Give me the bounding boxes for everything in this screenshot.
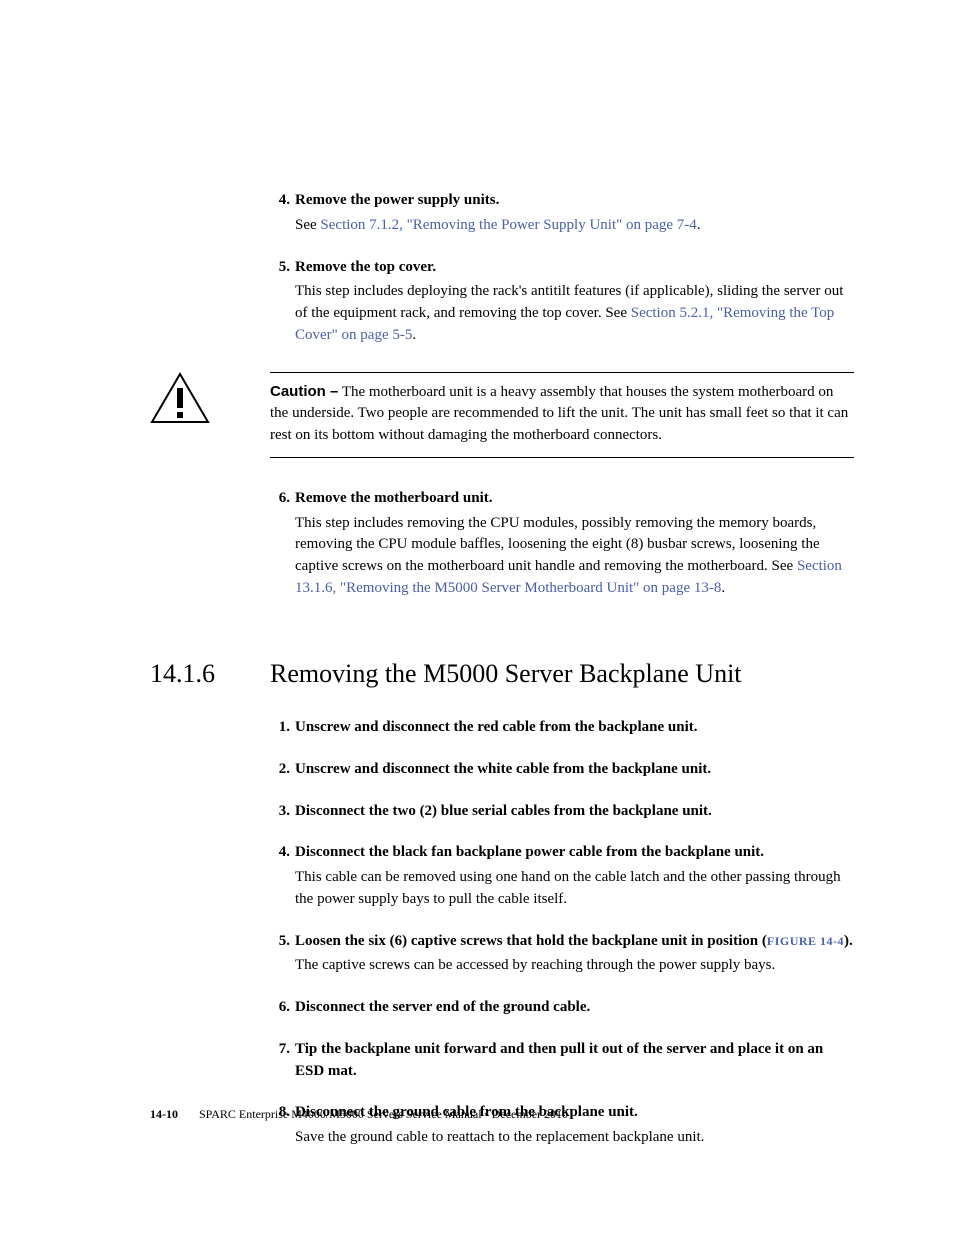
text: ). [844, 933, 853, 949]
caution-block: Caution – The motherboard unit is a heav… [150, 372, 854, 458]
prev-step-4: 4. Remove the power supply units. See Se… [270, 190, 854, 237]
step-number: 3. [270, 801, 290, 823]
step-title: Unscrew and disconnect the white cable f… [295, 759, 711, 781]
text: . [721, 580, 725, 596]
caution-icon [150, 372, 210, 432]
step-6: 6. Disconnect the server end of the grou… [270, 997, 854, 1019]
page-footer: 14-10 SPARC Enterprise M4000/M5000 Serve… [150, 1106, 568, 1123]
page-number: 14-10 [150, 1107, 178, 1121]
step-2: 2. Unscrew and disconnect the white cabl… [270, 759, 854, 781]
step-number: 1. [270, 717, 290, 739]
step-number: 6. [270, 488, 290, 510]
step-title: Tip the backplane unit forward and then … [295, 1039, 854, 1083]
step-7: 7. Tip the backplane unit forward and th… [270, 1039, 854, 1083]
step-body: This step includes removing the CPU modu… [295, 513, 854, 600]
step-heading: 7. Tip the backplane unit forward and th… [270, 1039, 854, 1083]
xref-link[interactable]: Section 7.1.2, "Removing the Power Suppl… [320, 217, 696, 233]
text: This step includes removing the CPU modu… [295, 515, 820, 575]
step-1: 1. Unscrew and disconnect the red cable … [270, 717, 854, 739]
step-heading: 4. Disconnect the black fan backplane po… [270, 842, 854, 864]
step-number: 2. [270, 759, 290, 781]
section-title: Removing the M5000 Server Backplane Unit [270, 655, 742, 693]
step-heading: 6. Disconnect the server end of the grou… [270, 997, 854, 1019]
step-title: Disconnect the black fan backplane power… [295, 842, 764, 864]
step-title: Remove the top cover. [295, 257, 436, 279]
step-title: Unscrew and disconnect the red cable fro… [295, 717, 698, 739]
section-number: 14.1.6 [150, 655, 270, 693]
step-heading: 5. Loosen the six (6) captive screws tha… [270, 931, 854, 953]
step-number: 7. [270, 1039, 290, 1061]
caution-text-box: Caution – The motherboard unit is a heav… [270, 372, 854, 458]
footer-text: SPARC Enterprise M4000/M5000 Servers Ser… [199, 1107, 568, 1121]
step-title: Remove the motherboard unit. [295, 488, 492, 510]
prev-step-5: 5. Remove the top cover. This step inclu… [270, 257, 854, 347]
step-number: 5. [270, 257, 290, 279]
step-3: 3. Disconnect the two (2) blue serial ca… [270, 801, 854, 823]
step-body: This step includes deploying the rack's … [295, 281, 854, 346]
step-number: 6. [270, 997, 290, 1019]
caution-label: Caution – [270, 383, 338, 400]
step-body: This cable can be removed using one hand… [295, 867, 854, 911]
step-title: Remove the power supply units. [295, 190, 499, 212]
figure-ref-link[interactable]: FIGURE 14-4 [767, 934, 844, 948]
step-body: Save the ground cable to reattach to the… [295, 1127, 854, 1149]
prev-step-6: 6. Remove the motherboard unit. This ste… [270, 488, 854, 600]
step-number: 5. [270, 931, 290, 953]
step-5: 5. Loosen the six (6) captive screws tha… [270, 931, 854, 978]
text: See [295, 217, 320, 233]
step-heading: 5. Remove the top cover. [270, 257, 854, 279]
step-number: 4. [270, 190, 290, 212]
step-heading: 2. Unscrew and disconnect the white cabl… [270, 759, 854, 781]
text: . [412, 327, 416, 343]
step-title: Disconnect the two (2) blue serial cable… [295, 801, 712, 823]
step-heading: 3. Disconnect the two (2) blue serial ca… [270, 801, 854, 823]
section-heading: 14.1.6 Removing the M5000 Server Backpla… [150, 655, 854, 693]
step-title: Disconnect the server end of the ground … [295, 997, 590, 1019]
caution-text: The motherboard unit is a heavy assembly… [270, 384, 848, 444]
step-heading: 4. Remove the power supply units. [270, 190, 854, 212]
step-heading: 1. Unscrew and disconnect the red cable … [270, 717, 854, 739]
step-heading: 6. Remove the motherboard unit. [270, 488, 854, 510]
step-4: 4. Disconnect the black fan backplane po… [270, 842, 854, 910]
page-content: 4. Remove the power supply units. See Se… [270, 190, 854, 1169]
text: . [697, 217, 701, 233]
step-body: See Section 7.1.2, "Removing the Power S… [295, 215, 854, 237]
step-title: Loosen the six (6) captive screws that h… [295, 931, 853, 953]
step-number: 4. [270, 842, 290, 864]
step-body: The captive screws can be accessed by re… [295, 955, 854, 977]
text: Loosen the six (6) captive screws that h… [295, 933, 767, 949]
